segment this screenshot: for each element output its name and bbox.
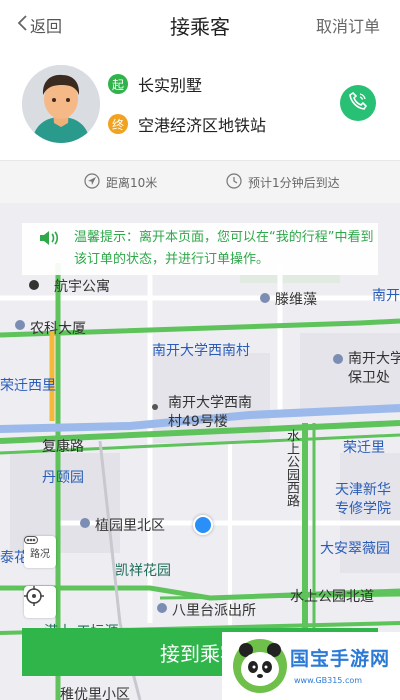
map-label-building49-a: 南开大学西南 — [168, 395, 252, 411]
eta-info: 预计1分钟后到达 — [226, 173, 340, 192]
passenger-card: 起 长实别墅 终 空港经济区地铁站 — [0, 48, 400, 160]
map-view[interactable]: 航宇公寓 滕维藻 南开 农科大厦 南开大学西南村 南开大学 保卫处 荣迁西里 南… — [0, 203, 400, 700]
avatar — [22, 65, 100, 143]
cancel-order-button[interactable]: 取消订单 — [316, 13, 380, 37]
watermark-name: 国宝手游网 — [290, 648, 391, 670]
trip-info-bar: 距离10米 预计1分钟后到达 — [0, 160, 400, 204]
watermark-url: www.GB315.com — [294, 676, 363, 685]
speaker-icon — [38, 229, 60, 251]
map-label-nankai-baowei: 南开大学 — [348, 351, 400, 367]
start-location: 长实别墅 — [138, 76, 203, 95]
map-label-jiyou: 稚优里小区 — [60, 687, 130, 700]
map-label-water-road: 水上公园北道 — [290, 589, 374, 605]
map-label-nankai-corner: 南开 — [372, 288, 400, 304]
phone-icon — [348, 91, 368, 115]
tip-banner: 温馨提示：离开本页面，您可以在“我的行程”中看到该订单的状态，并进行订单操作。 — [22, 223, 378, 275]
end-location: 空港经济区地铁站 — [138, 116, 267, 135]
navigation-icon — [84, 173, 100, 192]
map-label-xinhua-a: 天津新华 — [335, 482, 391, 498]
eta-text: 预计1分钟后到达 — [248, 176, 340, 190]
map-label-dawa: 大安翠薇园 — [320, 541, 390, 557]
map-label-fukang: 复康路 — [42, 439, 84, 455]
clock-icon — [226, 173, 242, 192]
locate-button[interactable] — [24, 586, 56, 618]
map-label-danyi: 丹颐园 — [42, 470, 84, 486]
end-tag: 终 — [108, 114, 128, 134]
distance-text: 距离10米 — [106, 176, 158, 190]
end-location-row: 终 空港经济区地铁站 — [108, 112, 266, 136]
current-location-marker — [193, 515, 213, 535]
start-tag: 起 — [108, 74, 128, 94]
distance-info: 距离10米 — [84, 173, 157, 192]
map-label-rongqian-west: 荣迁西里 — [0, 378, 56, 394]
map-label-nongke: 农科大厦 — [30, 321, 86, 337]
map-label-balitai: 八里台派出所 — [172, 603, 256, 619]
map-label-rongqianli: 荣迁里 — [343, 440, 385, 456]
start-location-row: 起 长实别墅 — [108, 72, 202, 96]
map-label-tengweizao: 滕维藻 — [275, 292, 317, 308]
map-label-hangyu: 航宇公寓 — [54, 279, 110, 295]
watermark-logo: 国宝手游网 www.GB315.com — [222, 632, 400, 700]
map-label-nankai-xinan: 南开大学西南村 — [152, 343, 250, 359]
map-label-zhiyuan: 植园里北区 — [95, 518, 165, 534]
map-label-road-vertical: 水上公园西路 — [284, 429, 299, 507]
call-button[interactable] — [340, 85, 376, 121]
traffic-label: 路况 — [30, 548, 50, 560]
map-label-xinhua-b: 专修学院 — [335, 501, 391, 517]
tip-text: 温馨提示：离开本页面，您可以在“我的行程”中看到该订单的状态，并进行订单操作。 — [74, 230, 374, 267]
top-bar: 返回 接乘客 取消订单 — [0, 0, 400, 49]
map-label-kaixiang: 凯祥花园 — [115, 563, 171, 579]
traffic-toggle-button[interactable]: 路况 — [24, 536, 56, 568]
map-label-building49-b: 村49号楼 — [168, 414, 228, 430]
map-label-baowei: 保卫处 — [348, 370, 390, 386]
